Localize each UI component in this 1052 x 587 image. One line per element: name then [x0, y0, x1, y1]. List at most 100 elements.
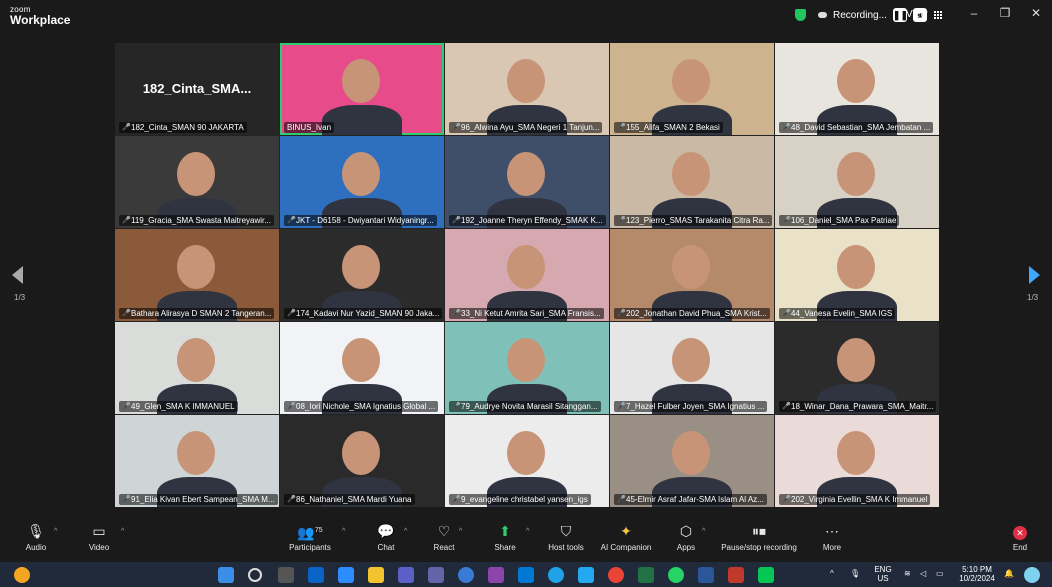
line-icon[interactable]	[758, 567, 774, 583]
notification-icon[interactable]: 🔔	[1004, 569, 1014, 578]
muted-mic-icon: 🎤	[287, 495, 296, 503]
task-view-icon[interactable]	[278, 567, 294, 583]
chrome-icon[interactable]	[608, 567, 624, 583]
chevron-up-icon[interactable]: ^	[830, 569, 834, 578]
zoom-icon[interactable]	[338, 567, 354, 583]
edge-icon[interactable]	[548, 567, 564, 583]
microphone-icon: 🎙	[27, 523, 45, 539]
whatsapp-icon[interactable]	[668, 567, 684, 583]
volume-icon[interactable]: ◁	[920, 569, 926, 578]
audio-caret-icon[interactable]: ^	[54, 528, 57, 535]
participant-tile[interactable]: 🎤 86_Nathaniel_SMA Mardi Yuana	[280, 415, 444, 507]
battery-icon[interactable]: ▭	[936, 569, 944, 578]
pause-stop-recording-button[interactable]: ⏸⏹ Pause/stop recording	[716, 522, 802, 552]
participant-tile[interactable]: 🎤 JKT - D6158 - Dwiyantari Widyaningr...	[280, 136, 444, 228]
participant-tile[interactable]: 🎤 91_Elia Kivan Ebert Sampean_SMA M...	[115, 415, 279, 507]
next-page-arrow-icon[interactable]	[1029, 266, 1040, 284]
participant-name: BINUS_Ivan	[287, 123, 332, 132]
participant-tile[interactable]: 🎤 49_Glen_SMA K IMMANUEL	[115, 322, 279, 414]
participant-tile[interactable]: 🎤 45-Elmir Asraf Jafar-SMA Islam Al Az...	[610, 415, 774, 507]
audio-button[interactable]: 🎙 Audio	[22, 522, 50, 552]
prev-page-arrow-icon[interactable]	[12, 266, 23, 284]
recording-label: Recording...	[833, 9, 887, 21]
share-caret-icon[interactable]: ^	[526, 528, 529, 535]
muted-mic-icon: 🎤	[287, 402, 296, 410]
app-icon[interactable]	[458, 567, 474, 583]
muted-mic-icon: 🎤	[452, 402, 461, 410]
share-button[interactable]: ⬆ Share	[491, 522, 519, 552]
pause-icon[interactable]: ❚❚	[892, 8, 908, 22]
participant-name: 96_Alwina Ayu_SMA Negeri 1 Tanjun...	[461, 123, 600, 132]
file-explorer-icon[interactable]	[368, 567, 384, 583]
participant-tile[interactable]: BINUS_Ivan	[280, 43, 444, 135]
react-caret-icon[interactable]: ^	[459, 528, 462, 535]
mail-icon[interactable]	[308, 567, 324, 583]
vscode-icon[interactable]	[578, 567, 594, 583]
participant-tile[interactable]: 🎤 44_Vanesa Evelin_SMA IGS	[775, 229, 939, 321]
notepad-icon[interactable]	[638, 567, 654, 583]
title-bar: zoom Workplace Recording... ❚❚ ■ View – …	[0, 0, 1052, 36]
participant-tile[interactable]: 🎤 Bathara Alirasya D SMAN 2 Tangeran...	[115, 229, 279, 321]
start-icon[interactable]	[218, 567, 234, 583]
video-caret-icon[interactable]: ^	[121, 528, 124, 535]
participant-tile[interactable]: 🎤 202_Jonathan David Phua_SMA Krist...	[610, 229, 774, 321]
participant-tile[interactable]: 🎤 48_David Sebastian_SMA Jembatan ...	[775, 43, 939, 135]
participant-tile[interactable]: 🎤 155_Alifa_SMAN 2 Bekasi	[610, 43, 774, 135]
participant-video	[177, 431, 215, 475]
participant-name-bar: 🎤 202_Virginia Evellin_SMA K Immanuel	[779, 494, 931, 505]
outlook-icon[interactable]	[518, 567, 534, 583]
ai-companion-button[interactable]: ✦ AI Companion	[596, 522, 656, 552]
search-icon[interactable]	[248, 568, 262, 582]
participant-name: 49_Glen_SMA K IMMANUEL	[131, 402, 235, 411]
teams-icon[interactable]	[398, 567, 414, 583]
video-label: Video	[88, 543, 110, 552]
teams-work-icon[interactable]	[428, 567, 444, 583]
minimize-button[interactable]: –	[964, 6, 984, 20]
participants-caret-icon[interactable]: ^	[342, 528, 345, 535]
view-button[interactable]: View	[906, 9, 942, 20]
participant-tile[interactable]: 🎤 7_Hazel Fulber Joyen_SMA Ignatius ...	[610, 322, 774, 414]
react-button[interactable]: ♡ React	[430, 522, 458, 552]
apps-caret-icon[interactable]: ^	[702, 528, 705, 535]
apps-button[interactable]: ⬡ Apps	[672, 522, 700, 552]
participant-tile[interactable]: 🎤 202_Virginia Evellin_SMA K Immanuel	[775, 415, 939, 507]
more-icon: ⋯	[825, 523, 839, 539]
participant-video	[837, 152, 875, 196]
participant-tile[interactable]: 🎤 106_Daniel_SMA Pax Patriae	[775, 136, 939, 228]
more-button[interactable]: ⋯ More	[818, 522, 846, 552]
participants-button[interactable]: 👥75 Participants	[285, 522, 335, 552]
chat-button[interactable]: 💬 Chat	[372, 522, 400, 552]
voicemeeter-icon[interactable]	[728, 567, 744, 583]
participant-tile[interactable]: 🎤 33_Ni Ketut Amrita Sari_SMA Fransis...	[445, 229, 609, 321]
participant-tile[interactable]: 182_Cinta_SMA... 🎤 182_Cinta_SMAN 90 JAKAR…	[115, 43, 279, 135]
participant-tile[interactable]: 🎤 79_Audrye Novita Marasil Sitanggan...	[445, 322, 609, 414]
participant-tile[interactable]: 🎤 96_Alwina Ayu_SMA Negeri 1 Tanjun...	[445, 43, 609, 135]
end-button[interactable]: ✕ End	[1006, 522, 1034, 552]
wifi-icon[interactable]: ≋	[904, 569, 911, 578]
participant-tile[interactable]: 🎤 192_Joanne Theryn Effendy_SMAK K...	[445, 136, 609, 228]
host-tools-button[interactable]: ⛉ Host tools	[544, 522, 588, 552]
restore-button[interactable]: ❐	[995, 6, 1015, 20]
clock[interactable]: 5:10 PM 10/2/2024	[954, 565, 1000, 583]
participant-tile[interactable]: 🎤 119_Gracia_SMA Swasta Maitreyawir...	[115, 136, 279, 228]
apps-icon: ⬡	[679, 523, 693, 539]
participant-tile[interactable]: 🎤 9_evangeline christabel yansen_igs	[445, 415, 609, 507]
copilot-icon[interactable]	[1024, 567, 1040, 583]
weather-icon[interactable]	[14, 567, 30, 583]
video-button[interactable]: ▭ Video	[85, 522, 113, 552]
participant-tile[interactable]: 🎤 18_Winar_Dana_Prawara_SMA_Maitr...	[775, 322, 939, 414]
participant-video	[672, 152, 710, 196]
muted-mic-icon: 🎤	[287, 309, 296, 317]
close-button[interactable]: ✕	[1026, 6, 1046, 20]
visual-studio-icon[interactable]	[488, 567, 504, 583]
participant-count: 75	[314, 527, 323, 534]
language-indicator[interactable]: ENG US	[870, 565, 896, 583]
participant-tile[interactable]: 🎤 174_Kadavi Nur Yazid_SMAN 90 Jaka...	[280, 229, 444, 321]
participant-tile[interactable]: 🎤 08_Iori Nichole_SMA Ignatius Global ...	[280, 322, 444, 414]
word-icon[interactable]	[698, 567, 714, 583]
participant-display-name: 182_Cinta_SMA...	[142, 81, 252, 96]
chat-caret-icon[interactable]: ^	[404, 528, 407, 535]
mic-tray-icon[interactable]: 🎙	[850, 569, 860, 578]
participant-name: 192_Joanne Theryn Effendy_SMAK K...	[461, 216, 603, 225]
participant-tile[interactable]: 🎤 123_Pierro_SMAS Tarakanita Citra Ra...	[610, 136, 774, 228]
